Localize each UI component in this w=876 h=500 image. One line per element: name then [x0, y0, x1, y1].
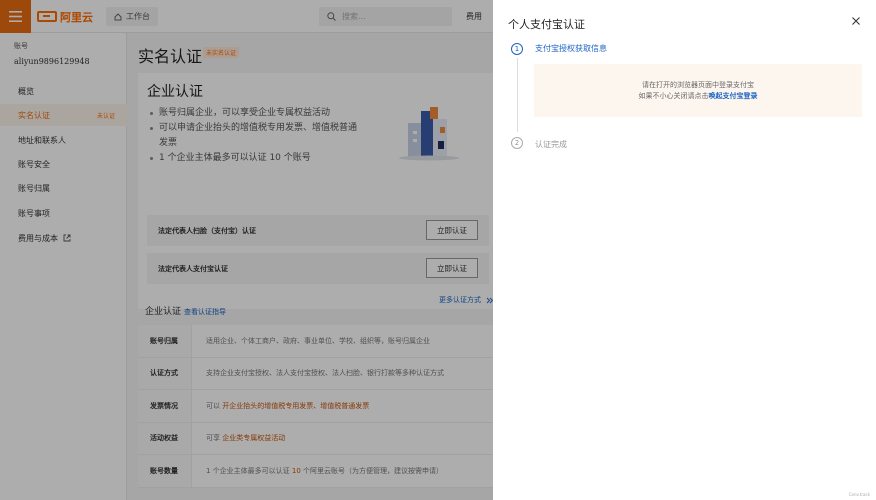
step-connector	[517, 58, 518, 132]
step-1-indicator: 1	[511, 43, 523, 55]
alipay-login-tip: 请在打开的浏览器页面中登录支付宝 如果不小心关闭请点击唤起支付宝登录	[534, 64, 862, 117]
drawer-title: 个人支付宝认证	[508, 18, 585, 31]
modal-overlay[interactable]	[0, 0, 493, 500]
corner-text: Conv.track	[848, 492, 870, 497]
step-2-title: 认证完成	[535, 140, 567, 149]
close-icon[interactable]	[850, 15, 862, 27]
step-2-indicator: 2	[511, 137, 523, 149]
alipay-verify-drawer: 个人支付宝认证 1 支付宝授权获取信息 请在打开的浏览器页面中登录支付宝 如果不…	[493, 0, 876, 500]
launch-alipay-link[interactable]: 唤起支付宝登录	[709, 92, 758, 100]
step-1-title: 支付宝授权获取信息	[535, 44, 607, 53]
